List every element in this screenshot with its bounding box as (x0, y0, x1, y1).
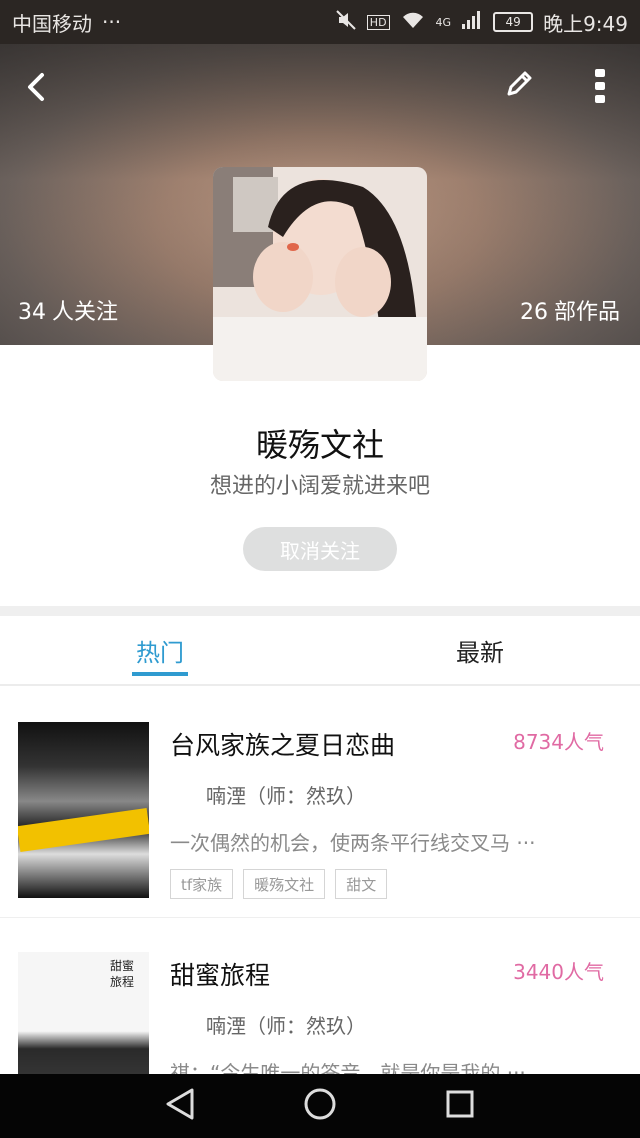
works-tabs: 热门 最新 (0, 616, 640, 686)
edit-button[interactable] (495, 62, 543, 110)
network-type: 4G (435, 15, 452, 29)
work-cover (18, 722, 149, 898)
mute-icon (335, 9, 357, 36)
works-list: 台风家族之夏日恋曲 8734人气 喃湮（师：然玖） 一次偶然的机会，使两条平行线… (0, 688, 640, 1138)
hd-icon: HD (366, 14, 390, 30)
tab-latest[interactable]: 最新 (320, 616, 640, 684)
battery-icon: 49 (493, 12, 534, 32)
tag[interactable]: 暖殇文社 (243, 869, 326, 899)
chevron-left-icon (24, 71, 48, 107)
following-stat[interactable]: 34 人关注 (18, 294, 118, 326)
profile-name: 暖殇文社 (255, 426, 384, 464)
list-item[interactable]: 台风家族之夏日恋曲 8734人气 喃湮（师：然玖） 一次偶然的机会，使两条平行线… (0, 688, 640, 918)
work-author: 喃湮（师：然玖） (206, 1014, 366, 1038)
clock: 晚上9:49 (543, 11, 628, 36)
cover-title: 甜蜜旅程 (110, 959, 135, 989)
nav-back-button[interactable] (156, 1082, 204, 1130)
works-stat[interactable]: 26 部作品 (520, 294, 620, 326)
nav-recents-button[interactable] (436, 1082, 484, 1130)
works-count: 26 (519, 300, 548, 325)
works-label: 部作品 (553, 300, 620, 325)
avatar-photo (213, 167, 427, 381)
signal-icon (461, 10, 483, 35)
avatar[interactable] (213, 167, 427, 381)
more-options-button[interactable] (576, 64, 624, 112)
following-label: 人关注 (52, 300, 119, 325)
notification-dots: ··· (102, 10, 122, 34)
tag[interactable]: 甜文 (335, 869, 388, 899)
status-bar: 中国移动 ··· HD 4G 49 晚上9:49 (0, 0, 640, 44)
section-divider (0, 606, 640, 616)
triangle-back-icon (164, 1087, 196, 1125)
work-description: 一次偶然的机会，使两条平行线交叉马 ··· (170, 831, 536, 855)
following-count: 34 (18, 300, 46, 325)
work-author: 喃湮（师：然玖） (206, 784, 366, 808)
tag[interactable]: tf家族 (170, 869, 234, 899)
popularity-count: 8734人气 (513, 730, 604, 754)
work-title: 台风家族之夏日恋曲 (170, 731, 396, 760)
wifi-icon (400, 10, 426, 35)
nav-home-button[interactable] (296, 1082, 344, 1130)
circle-home-icon (303, 1087, 337, 1125)
work-title: 甜蜜旅程 (170, 961, 271, 990)
battery-level: 49 (505, 15, 521, 29)
square-recents-icon (445, 1089, 475, 1123)
pencil-icon (503, 68, 535, 104)
tab-hot[interactable]: 热门 (0, 616, 320, 684)
unfollow-button[interactable]: 取消关注 (243, 527, 397, 571)
carrier-label: 中国移动 (12, 11, 92, 36)
popularity-count: 3440人气 (513, 960, 604, 984)
back-button[interactable] (12, 65, 60, 113)
profile-bio: 想进的小阔爱就进来吧 (209, 474, 430, 499)
work-tags: tf家族 暖殇文社 甜文 (170, 869, 388, 899)
system-nav-bar (0, 1074, 640, 1138)
more-vertical-icon (594, 68, 606, 108)
